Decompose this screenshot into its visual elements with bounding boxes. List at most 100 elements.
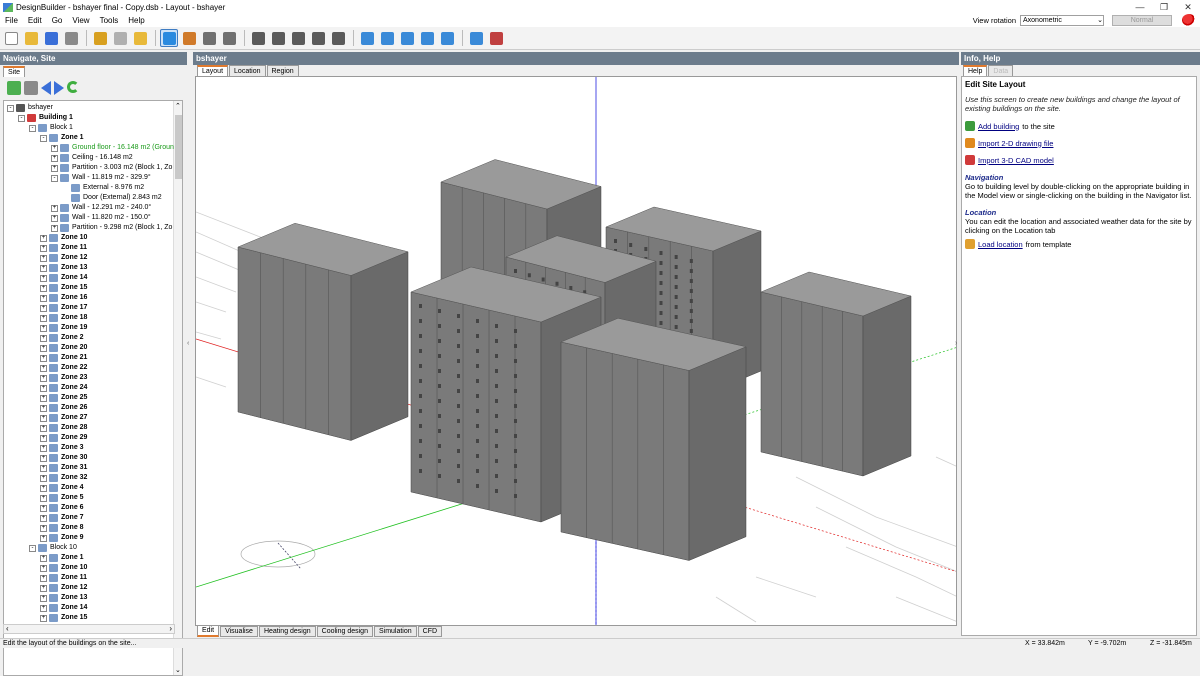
building-block[interactable] [560, 317, 747, 561]
draw-line-icon[interactable] [249, 29, 267, 47]
expand-icon[interactable]: + [40, 264, 47, 272]
expand-icon[interactable]: + [40, 364, 47, 372]
tree-item[interactable]: + Zone 4 [40, 483, 84, 493]
expand-icon[interactable]: + [40, 574, 47, 582]
tree-item[interactable]: + Zone 18 [40, 313, 87, 323]
tree-item[interactable]: + Zone 17 [40, 303, 87, 313]
expand-icon[interactable]: + [40, 594, 47, 602]
tree-item[interactable]: Door (External) 2.843 m2 [62, 193, 162, 203]
tab-data[interactable]: Data [988, 65, 1014, 76]
tab-region[interactable]: Region [266, 65, 299, 76]
dimension-icon[interactable] [289, 29, 307, 47]
menu-go[interactable]: Go [47, 16, 68, 25]
eraser-icon[interactable] [111, 29, 129, 47]
tab-site[interactable]: Site [3, 66, 26, 77]
expand-icon[interactable]: + [40, 234, 47, 242]
import-2d-link[interactable]: Import 2-D drawing file [978, 139, 1053, 148]
collapse-icon[interactable]: - [51, 174, 58, 182]
tree-item[interactable]: + Zone 21 [40, 353, 87, 363]
menu-help[interactable]: Help [123, 16, 149, 25]
tab-help[interactable]: Help [963, 65, 988, 76]
tree-item[interactable]: - Block 10 [29, 543, 77, 553]
tree-item[interactable]: + Ground floor - 16.148 m2 (Groun [51, 143, 174, 153]
tree-item[interactable]: + Zone 6 [40, 503, 84, 513]
expand-icon[interactable]: + [40, 434, 47, 442]
menu-view[interactable]: View [67, 16, 94, 25]
expand-icon[interactable]: + [40, 614, 47, 622]
expand-icon[interactable]: + [40, 254, 47, 262]
tree-item[interactable]: - Wall - 11.819 m2 - 329.9° [51, 173, 151, 183]
expand-icon[interactable]: + [40, 524, 47, 532]
expand-icon[interactable]: + [40, 334, 47, 342]
tab-visualise[interactable]: Visualise [220, 626, 258, 637]
collapse-icon[interactable]: - [7, 104, 14, 112]
expand-icon[interactable]: + [40, 564, 47, 572]
expand-icon[interactable]: + [51, 164, 58, 172]
tree-item[interactable]: + Zone 3 [40, 443, 84, 453]
ruler-icon[interactable] [309, 29, 327, 47]
tree-item[interactable]: + Wall - 12.291 m2 - 240.0° [51, 203, 151, 213]
save-icon[interactable] [42, 29, 60, 47]
building-block[interactable] [237, 222, 409, 441]
rotate-icon[interactable] [220, 29, 238, 47]
tab-cooling-design[interactable]: Cooling design [316, 626, 373, 637]
tree-item[interactable]: External - 8.976 m2 [62, 183, 144, 193]
tree-item[interactable]: + Zone 11 [40, 573, 87, 583]
measure-icon[interactable] [269, 29, 287, 47]
collapse-icon[interactable]: - [18, 114, 25, 122]
expand-icon[interactable]: + [40, 354, 47, 362]
tab-location[interactable]: Location [229, 65, 266, 76]
tree-item[interactable]: + Zone 9 [40, 533, 84, 543]
tree-item[interactable]: + Zone 8 [40, 523, 84, 533]
tree-item[interactable]: + Zone 30 [40, 453, 87, 463]
tree-item[interactable]: + Zone 5 [40, 493, 84, 503]
expand-icon[interactable]: + [40, 244, 47, 252]
add-building-icon[interactable] [180, 29, 198, 47]
expand-icon[interactable]: + [40, 474, 47, 482]
tree-item[interactable]: + Zone 26 [40, 403, 87, 413]
add-building-link[interactable]: Add building [978, 122, 1019, 131]
move-icon[interactable] [200, 29, 218, 47]
expand-icon[interactable]: + [51, 214, 58, 222]
expand-icon[interactable]: + [40, 374, 47, 382]
tree-item[interactable]: + Zone 16 [40, 293, 87, 303]
tree-item[interactable]: + Zone 25 [40, 393, 87, 403]
menu-edit[interactable]: Edit [23, 16, 47, 25]
expand-icon[interactable]: + [40, 604, 47, 612]
axis-icon[interactable] [329, 29, 347, 47]
expand-icon[interactable]: + [40, 304, 47, 312]
expand-icon[interactable]: + [40, 284, 47, 292]
expand-icon[interactable]: + [40, 294, 47, 302]
tree-item[interactable]: + Zone 32 [40, 473, 87, 483]
tree-item[interactable]: + Zone 24 [40, 383, 87, 393]
load-location-link[interactable]: Load location [978, 240, 1023, 249]
expand-icon[interactable]: + [40, 534, 47, 542]
expand-icon[interactable]: + [40, 414, 47, 422]
tree-item[interactable]: - Zone 1 [40, 133, 84, 143]
expand-icon[interactable]: + [40, 274, 47, 282]
print-icon[interactable] [62, 29, 80, 47]
collapse-icon[interactable]: - [29, 544, 36, 552]
tree-item[interactable]: + Partition - 3.003 m2 (Block 1, Zo [51, 163, 172, 173]
tab-edit[interactable]: Edit [197, 626, 220, 637]
tree-item[interactable]: + Zone 10 [40, 233, 87, 243]
expand-icon[interactable]: + [51, 204, 58, 212]
zoom-extents-icon[interactable] [418, 29, 436, 47]
tree-item[interactable]: + Zone 19 [40, 323, 87, 333]
expand-icon[interactable]: + [40, 424, 47, 432]
tree-vertical-scrollbar[interactable]: ⌃ ⌄ [173, 101, 182, 675]
view-rotation-select[interactable]: Axonometric ⌄ [1020, 14, 1104, 26]
new-icon[interactable] [2, 29, 20, 47]
tree-item[interactable]: + Zone 13 [40, 263, 87, 273]
tree-item[interactable]: - Block 1 [29, 123, 73, 133]
scroll-down-icon[interactable]: ⌄ [175, 666, 181, 674]
orbit-icon[interactable] [358, 29, 376, 47]
collapse-left-icon[interactable]: ‹ [187, 340, 193, 350]
screenshot-icon[interactable] [467, 29, 485, 47]
tree-item[interactable]: + Zone 1 [40, 553, 84, 563]
menu-tools[interactable]: Tools [95, 16, 124, 25]
expand-icon[interactable]: + [40, 514, 47, 522]
scroll-left-icon[interactable]: ‹ [6, 624, 9, 633]
expand-icon[interactable]: + [40, 584, 47, 592]
tab-cfd[interactable]: CFD [417, 626, 443, 637]
